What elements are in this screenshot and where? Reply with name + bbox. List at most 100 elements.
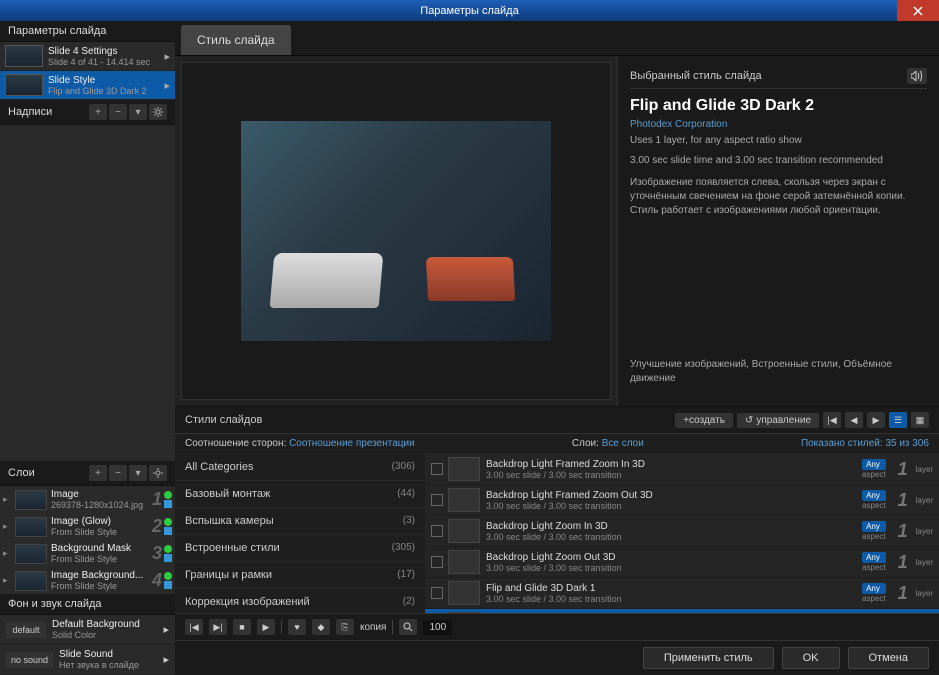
category-count: (305) bbox=[392, 542, 415, 554]
style-checkbox[interactable] bbox=[431, 556, 443, 568]
style-checkbox[interactable] bbox=[431, 494, 443, 506]
layer-visible-checkbox[interactable] bbox=[164, 581, 172, 589]
category-name: Коррекция изображений bbox=[185, 596, 310, 608]
layer-menu-button[interactable]: ▾ bbox=[129, 465, 147, 481]
style-thumb bbox=[448, 519, 480, 543]
pb-tag-button[interactable]: ◆ bbox=[312, 619, 330, 635]
title-bar: Параметры слайда bbox=[0, 0, 939, 21]
bg-sub: Нет звука в слайде bbox=[59, 660, 163, 670]
bg-row[interactable]: no sound Slide Sound Нет звука в слайде … bbox=[0, 645, 175, 675]
layer-visible-checkbox[interactable] bbox=[164, 527, 172, 535]
layer-expand-icon[interactable]: ▸ bbox=[3, 494, 15, 505]
layer-title: Image Background... bbox=[51, 570, 150, 581]
pb-play-button[interactable]: ▶ bbox=[257, 619, 275, 635]
right-content: Стиль слайда Выбранный стиль слайда Flip… bbox=[175, 21, 939, 675]
style-row[interactable]: Backdrop Light Zoom In 3D 3.00 sec slide… bbox=[425, 516, 939, 547]
category-name: Вспышка камеры bbox=[185, 515, 274, 527]
style-row-title: Backdrop Light Zoom In 3D bbox=[486, 521, 862, 532]
slide-item[interactable]: Slide 4 Settings Slide 4 of 41 - 14.414 … bbox=[0, 42, 175, 71]
zoom-value[interactable]: 100 bbox=[423, 620, 452, 635]
layer-remove-button[interactable]: − bbox=[109, 465, 127, 481]
style-checkbox[interactable] bbox=[431, 587, 443, 599]
close-button[interactable] bbox=[897, 0, 939, 21]
category-count: (306) bbox=[392, 461, 415, 473]
pb-stop-button[interactable]: ■ bbox=[233, 619, 251, 635]
layer-item[interactable]: ▸ Image Background... From Slide Style 4 bbox=[0, 567, 175, 594]
style-list[interactable]: Backdrop Light Framed Zoom In 3D 3.00 se… bbox=[425, 454, 939, 613]
category-item[interactable]: Границы и рамки (17) bbox=[175, 562, 425, 589]
category-item[interactable]: Встроенные стили (305) bbox=[175, 535, 425, 562]
layer-item[interactable]: ▸ Image (Glow) From Slide Style 2 bbox=[0, 513, 175, 540]
aspect-label: aspect bbox=[862, 594, 886, 603]
slide-sub: Flip and Glide 3D Dark 2 bbox=[48, 86, 162, 96]
style-row-sub: 3.00 sec slide / 3.00 sec transition bbox=[486, 563, 862, 573]
layer-count: 1 bbox=[898, 490, 908, 511]
tab-slide-style[interactable]: Стиль слайда bbox=[181, 25, 291, 55]
pb-copy-button[interactable]: ⎘ bbox=[336, 619, 354, 635]
style-row[interactable]: Backdrop Light Framed Zoom Out 3D 3.00 s… bbox=[425, 485, 939, 516]
style-row-title: Backdrop Light Framed Zoom In 3D bbox=[486, 459, 862, 470]
caption-menu-button[interactable]: ▾ bbox=[129, 104, 147, 120]
style-checkbox[interactable] bbox=[431, 525, 443, 537]
category-item[interactable]: All Categories (306) bbox=[175, 454, 425, 481]
zoom-icon[interactable] bbox=[399, 619, 417, 635]
style-company: Photodex Corporation bbox=[630, 119, 927, 130]
speaker-icon bbox=[911, 71, 923, 81]
category-item[interactable]: Базовый монтаж (44) bbox=[175, 481, 425, 508]
bg-row[interactable]: default Default Background Solid Color ▸ bbox=[0, 615, 175, 645]
ok-button[interactable]: OK bbox=[782, 647, 840, 669]
chevron-right-icon: ▸ bbox=[163, 623, 169, 636]
playback-bar: |◀ ▶| ■ ▶ ♥ ◆ ⎘ копия 100 bbox=[175, 613, 939, 640]
caption-remove-button[interactable]: − bbox=[109, 104, 127, 120]
bg-badge: default bbox=[6, 622, 46, 638]
pb-next-button[interactable]: ▶| bbox=[209, 619, 227, 635]
layer-count-label: layer bbox=[916, 527, 933, 536]
caption-add-button[interactable]: + bbox=[89, 104, 107, 120]
layer-thumb bbox=[15, 544, 47, 564]
pb-prev-button[interactable]: |◀ bbox=[185, 619, 203, 635]
style-row-sub: 3.00 sec slide / 3.00 sec transition bbox=[486, 594, 862, 604]
category-item[interactable]: Коррекция изображений (2) bbox=[175, 589, 425, 613]
cancel-button[interactable]: Отмена bbox=[848, 647, 929, 669]
style-row[interactable]: Backdrop Light Framed Zoom In 3D 3.00 se… bbox=[425, 454, 939, 485]
pb-fav-button[interactable]: ♥ bbox=[288, 619, 306, 635]
apply-style-button[interactable]: Применить стиль bbox=[643, 647, 774, 669]
aspect-label: aspect bbox=[862, 501, 886, 510]
nav-next-button[interactable]: ▶ bbox=[867, 412, 885, 428]
style-row[interactable]: Backdrop Light Zoom Out 3D 3.00 sec slid… bbox=[425, 547, 939, 578]
category-item[interactable]: Вспышка камеры (3) bbox=[175, 508, 425, 535]
aspect-label: aspect bbox=[862, 470, 886, 479]
captions-header: Надписи + − ▾ bbox=[0, 100, 175, 125]
aspect-value[interactable]: Соотношение презентации bbox=[289, 438, 415, 449]
layer-add-button[interactable]: + bbox=[89, 465, 107, 481]
create-style-button[interactable]: +создать bbox=[675, 413, 733, 428]
slide-sub: Slide 4 of 41 - 14.414 sec bbox=[48, 57, 162, 67]
slide-item[interactable]: Slide Style Flip and Glide 3D Dark 2 ▸ bbox=[0, 71, 175, 100]
layer-settings-button[interactable] bbox=[149, 465, 167, 481]
bg-title: Slide Sound bbox=[59, 649, 163, 660]
style-checkbox[interactable] bbox=[431, 463, 443, 475]
slide-title: Slide Style bbox=[48, 75, 162, 86]
manage-styles-button[interactable]: ↺управление bbox=[737, 413, 819, 428]
footer-bar: Применить стиль OK Отмена bbox=[175, 640, 939, 675]
layers-filter-value[interactable]: Все слои bbox=[602, 438, 644, 449]
layer-visible-checkbox[interactable] bbox=[164, 500, 172, 508]
aspect-label: aspect bbox=[862, 532, 886, 541]
nav-prev-button[interactable]: ◀ bbox=[845, 412, 863, 428]
caption-settings-button[interactable] bbox=[149, 104, 167, 120]
layer-item[interactable]: ▸ Image 269378-1280x1024.jpg 1 bbox=[0, 486, 175, 513]
layer-visible-checkbox[interactable] bbox=[164, 554, 172, 562]
layer-count: 1 bbox=[898, 459, 908, 480]
style-row[interactable]: Flip and Glide 3D Dark 1 3.00 sec slide … bbox=[425, 578, 939, 609]
layer-sub: From Slide Style bbox=[51, 527, 150, 537]
layer-expand-icon[interactable]: ▸ bbox=[3, 521, 15, 532]
sound-button[interactable] bbox=[907, 68, 927, 84]
view-list-button[interactable]: ☰ bbox=[889, 412, 907, 428]
layer-expand-icon[interactable]: ▸ bbox=[3, 548, 15, 559]
view-grid-button[interactable]: ▦ bbox=[911, 412, 929, 428]
nav-first-button[interactable]: |◀ bbox=[823, 412, 841, 428]
layer-expand-icon[interactable]: ▸ bbox=[3, 575, 15, 586]
layer-item[interactable]: ▸ Background Mask From Slide Style 3 bbox=[0, 540, 175, 567]
layers-filter-label: Слои: bbox=[572, 438, 599, 449]
category-list[interactable]: All Categories (306) Базовый монтаж (44)… bbox=[175, 454, 425, 613]
